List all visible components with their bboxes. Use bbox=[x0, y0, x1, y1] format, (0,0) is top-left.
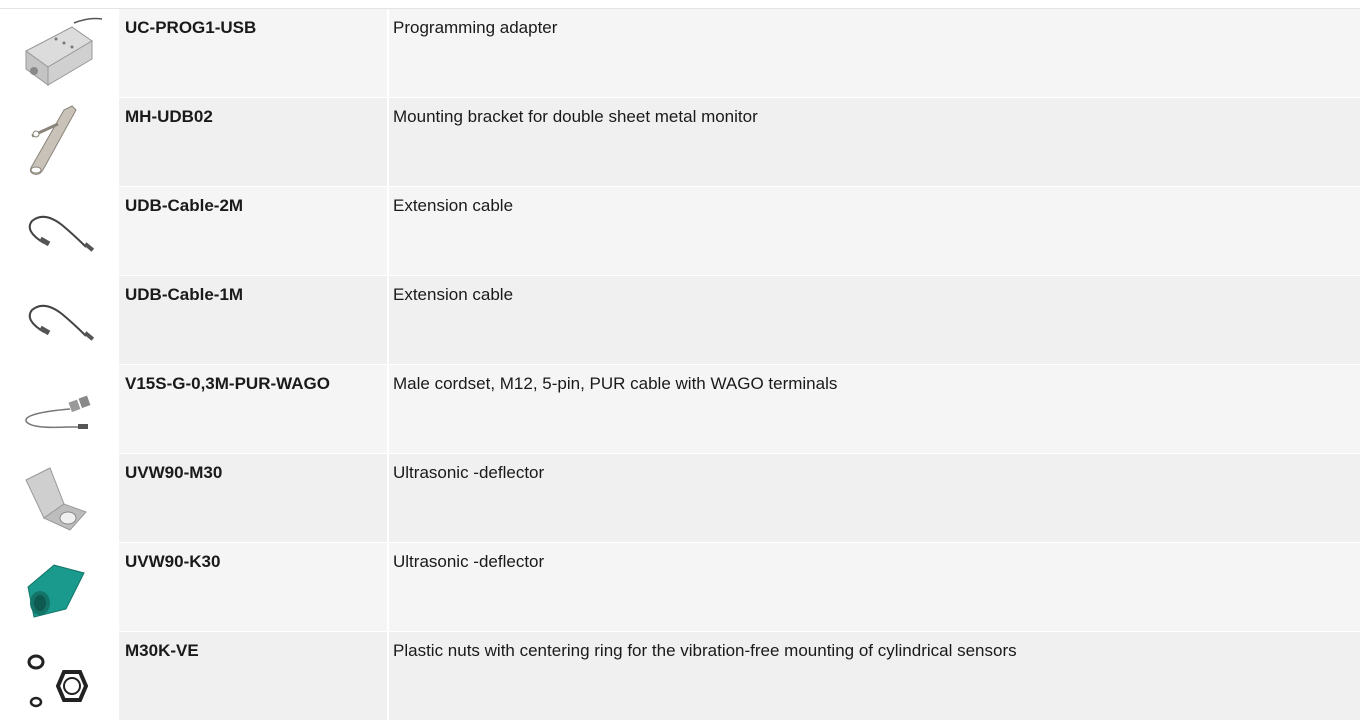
product-description: Programming adapter bbox=[393, 18, 558, 37]
product-code: V15S-G-0,3M-PUR-WAGO bbox=[119, 365, 389, 453]
plastic-deflector-image bbox=[0, 543, 119, 631]
table-row: UDB-Cable-2M Extension cable bbox=[0, 187, 1360, 276]
accessories-table: UC-PROG1-USB Programming adapter MH-UDB0… bbox=[0, 8, 1360, 721]
product-code: UVW90-M30 bbox=[119, 454, 389, 542]
cordset-wago-image bbox=[0, 365, 119, 453]
product-code: MH-UDB02 bbox=[119, 98, 389, 186]
extension-cable-image bbox=[0, 276, 119, 364]
product-description: Male cordset, M12, 5-pin, PUR cable with… bbox=[393, 374, 838, 393]
table-row: UDB-Cable-1M Extension cable bbox=[0, 276, 1360, 365]
product-description: Extension cable bbox=[393, 285, 514, 304]
product-description: Mounting bracket for double sheet metal … bbox=[393, 107, 758, 126]
product-description: Ultrasonic -deflector bbox=[393, 463, 545, 482]
table-row: UVW90-K30 Ultrasonic -deflector bbox=[0, 543, 1360, 632]
table-row: UC-PROG1-USB Programming adapter bbox=[0, 9, 1360, 98]
product-code: UC-PROG1-USB bbox=[119, 9, 389, 97]
table-row: MH-UDB02 Mounting bracket for double she… bbox=[0, 98, 1360, 187]
product-code: UDB-Cable-1M bbox=[119, 276, 389, 364]
table-row: M30K-VE Plastic nuts with centering ring… bbox=[0, 632, 1360, 721]
programming-adapter-image bbox=[0, 9, 119, 97]
product-code: M30K-VE bbox=[119, 632, 389, 720]
mounting-bracket-image bbox=[0, 98, 119, 186]
table-row: UVW90-M30 Ultrasonic -deflector bbox=[0, 454, 1360, 543]
extension-cable-image bbox=[0, 187, 119, 275]
plastic-nuts-image bbox=[0, 632, 119, 720]
product-description: Ultrasonic -deflector bbox=[393, 552, 545, 571]
product-code: UVW90-K30 bbox=[119, 543, 389, 631]
product-description: Plastic nuts with centering ring for the… bbox=[393, 641, 1017, 660]
product-description: Extension cable bbox=[393, 196, 514, 215]
table-row: V15S-G-0,3M-PUR-WAGO Male cordset, M12, … bbox=[0, 365, 1360, 454]
metal-deflector-image bbox=[0, 454, 119, 542]
product-code: UDB-Cable-2M bbox=[119, 187, 389, 275]
